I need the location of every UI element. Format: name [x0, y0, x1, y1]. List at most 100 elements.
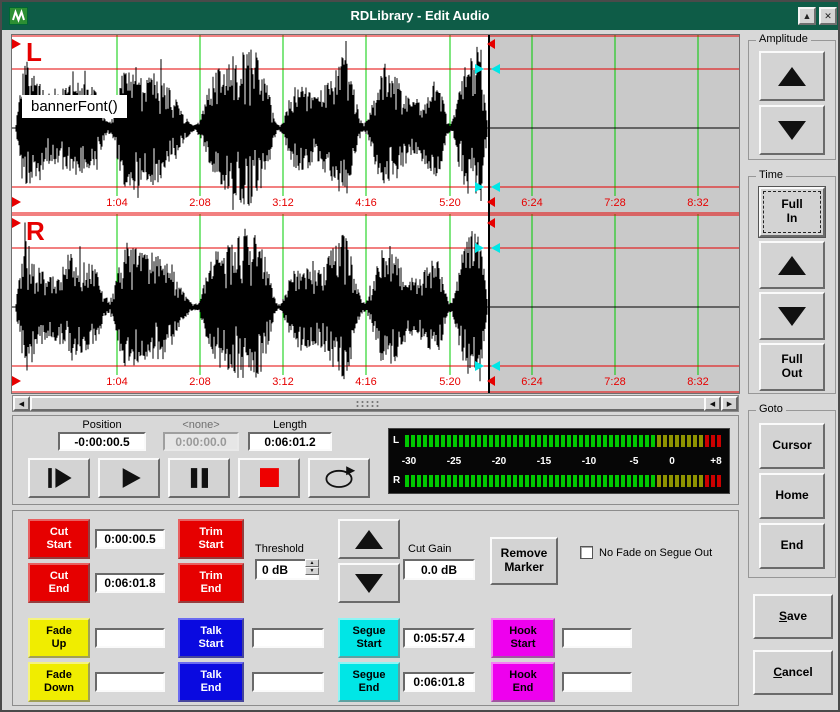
- threshold-label: Threshold: [255, 543, 304, 555]
- play-from-start-button[interactable]: [28, 458, 90, 498]
- fade-up-button[interactable]: Fade Up: [28, 618, 90, 658]
- remove-marker-button[interactable]: Remove Marker: [490, 537, 558, 585]
- waveform-scrollbar[interactable]: ◀ ◀ ▶: [12, 395, 739, 412]
- waveform-display-left[interactable]: [12, 35, 739, 214]
- amplitude-down-button[interactable]: [759, 105, 825, 155]
- led-segment: [693, 475, 697, 487]
- led-segment: [483, 435, 487, 447]
- led-segment: [591, 435, 595, 447]
- audio-meter: L R -30-25-20-15-10-50+8: [388, 428, 730, 494]
- scroll-right-button[interactable]: ▶: [721, 396, 738, 411]
- goto-cursor-button[interactable]: Cursor: [759, 423, 825, 469]
- led-segment: [435, 435, 439, 447]
- time-label: 2:08: [189, 376, 210, 388]
- led-segment: [555, 435, 559, 447]
- led-segment: [531, 475, 535, 487]
- led-segment: [645, 435, 649, 447]
- meter-scale-label: -25: [447, 456, 461, 467]
- led-segment: [507, 435, 511, 447]
- no-fade-label: No Fade on Segue Out: [599, 547, 712, 559]
- amplitude-up-button[interactable]: [759, 51, 825, 101]
- segue-end-button[interactable]: Segue End: [338, 662, 400, 702]
- fade-down-button[interactable]: Fade Down: [28, 662, 90, 702]
- cut-start-field[interactable]: 0:00:00.5: [95, 529, 165, 549]
- cut-start-button[interactable]: Cut Start: [28, 519, 90, 559]
- led-segment: [525, 475, 529, 487]
- time-label: 6:24: [521, 376, 542, 388]
- led-segment: [513, 435, 517, 447]
- titlebar[interactable]: RDLibrary - Edit Audio ▲ ✕: [2, 2, 838, 30]
- cut-end-button[interactable]: Cut End: [28, 563, 90, 603]
- scroll-left-icon-2: ◀: [710, 400, 715, 408]
- led-segment: [699, 435, 703, 447]
- trim-start-button[interactable]: Trim Start: [178, 519, 244, 559]
- time-label: 8:32: [687, 197, 708, 209]
- close-button[interactable]: ✕: [819, 7, 837, 25]
- trim-end-button[interactable]: Trim End: [178, 563, 244, 603]
- led-segment: [675, 435, 679, 447]
- led-segment: [651, 435, 655, 447]
- fade-up-field[interactable]: [95, 628, 165, 648]
- waveform-channel-left[interactable]: L bannerFont() 1:042:083:124:165:206:247…: [12, 35, 739, 214]
- waveform-display-right[interactable]: [12, 214, 739, 393]
- led-segment: [465, 435, 469, 447]
- meter-scale-label: 0: [669, 456, 675, 467]
- loop-button[interactable]: [308, 458, 370, 498]
- spin-up-icon[interactable]: ▲: [305, 559, 319, 567]
- time-label: 7:28: [604, 197, 625, 209]
- cut-end-field[interactable]: 0:06:01.8: [95, 573, 165, 593]
- no-fade-checkbox[interactable]: [580, 546, 593, 559]
- hook-start-field[interactable]: [562, 628, 632, 648]
- full-out-button[interactable]: Full Out: [759, 343, 825, 391]
- led-segment: [681, 435, 685, 447]
- led-segment: [633, 435, 637, 447]
- pause-button[interactable]: [168, 458, 230, 498]
- shade-button[interactable]: ▲: [798, 7, 816, 25]
- time-label: 8:32: [687, 376, 708, 388]
- scrollbar-thumb[interactable]: [30, 396, 706, 411]
- led-segment: [525, 435, 529, 447]
- hook-end-button[interactable]: Hook End: [491, 662, 555, 702]
- hook-end-field[interactable]: [562, 672, 632, 692]
- meter-led-row-right: [405, 475, 723, 487]
- talk-end-button[interactable]: Talk End: [178, 662, 244, 702]
- cancel-button[interactable]: Cancel: [753, 650, 833, 695]
- gain-down-button[interactable]: [338, 563, 400, 603]
- threshold-spinner[interactable]: ▲ ▼: [305, 559, 319, 575]
- scroll-left-button-2[interactable]: ◀: [704, 396, 721, 411]
- full-in-button[interactable]: Full In: [759, 187, 825, 237]
- segue-start-button[interactable]: Segue Start: [338, 618, 400, 658]
- cut-gain-field[interactable]: 0.0 dB: [403, 559, 475, 580]
- goto-home-button[interactable]: Home: [759, 473, 825, 519]
- talk-start-button[interactable]: Talk Start: [178, 618, 244, 658]
- position-field[interactable]: -0:00:00.5: [58, 432, 146, 451]
- led-segment: [411, 435, 415, 447]
- led-segment: [585, 475, 589, 487]
- led-segment: [477, 435, 481, 447]
- segue-end-field[interactable]: 0:06:01.8: [403, 672, 475, 692]
- fade-down-field[interactable]: [95, 672, 165, 692]
- play-button[interactable]: [98, 458, 160, 498]
- stop-button[interactable]: [238, 458, 300, 498]
- length-field[interactable]: 0:06:01.2: [248, 432, 332, 451]
- led-segment: [543, 435, 547, 447]
- talk-end-field[interactable]: [252, 672, 324, 692]
- segue-start-field[interactable]: 0:05:57.4: [403, 628, 475, 648]
- spin-down-icon[interactable]: ▼: [305, 567, 319, 575]
- talk-start-field[interactable]: [252, 628, 324, 648]
- goto-end-button[interactable]: End: [759, 523, 825, 569]
- led-segment: [681, 475, 685, 487]
- scroll-left-button[interactable]: ◀: [13, 396, 30, 411]
- transport-panel: Position <none> Length -0:00:00.5 0:00:0…: [12, 415, 739, 505]
- position-label: Position: [58, 419, 146, 431]
- time-zoom-out-button[interactable]: [759, 292, 825, 340]
- led-segment: [555, 475, 559, 487]
- save-button[interactable]: Save: [753, 594, 833, 639]
- led-segment: [405, 475, 409, 487]
- hook-start-button[interactable]: Hook Start: [491, 618, 555, 658]
- scrollbar-grip-icon: [355, 400, 381, 409]
- gain-up-button[interactable]: [338, 519, 400, 559]
- waveform-channel-right[interactable]: R 1:042:083:124:165:206:247:288:32: [12, 214, 739, 393]
- time-zoom-in-button[interactable]: [759, 241, 825, 289]
- led-segment: [471, 475, 475, 487]
